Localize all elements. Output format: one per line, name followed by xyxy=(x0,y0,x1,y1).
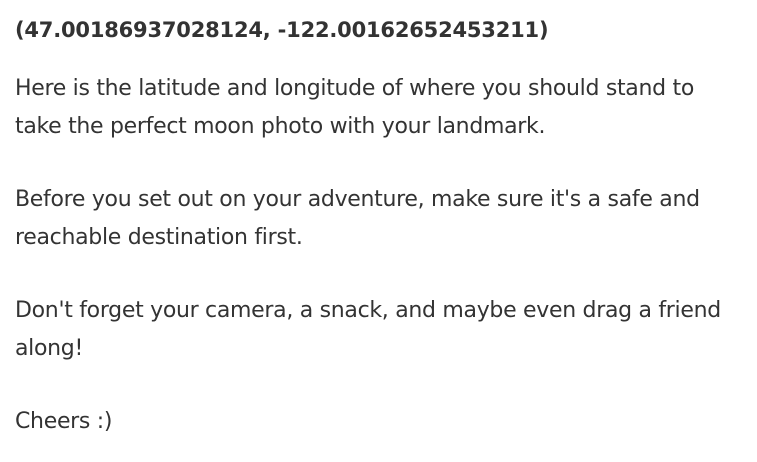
paragraph-signoff: Cheers :) xyxy=(15,409,113,434)
message-body: (47.00186937028124, -122.00162652453211)… xyxy=(15,14,745,441)
paragraph-safety: Before you set out on your adventure, ma… xyxy=(15,187,700,250)
paragraph-reminder: Don't forget your camera, a snack, and m… xyxy=(15,298,721,361)
coordinates-text: (47.00186937028124, -122.00162652453211) xyxy=(15,18,549,42)
paragraph-location: Here is the latitude and longitude of wh… xyxy=(15,76,694,139)
